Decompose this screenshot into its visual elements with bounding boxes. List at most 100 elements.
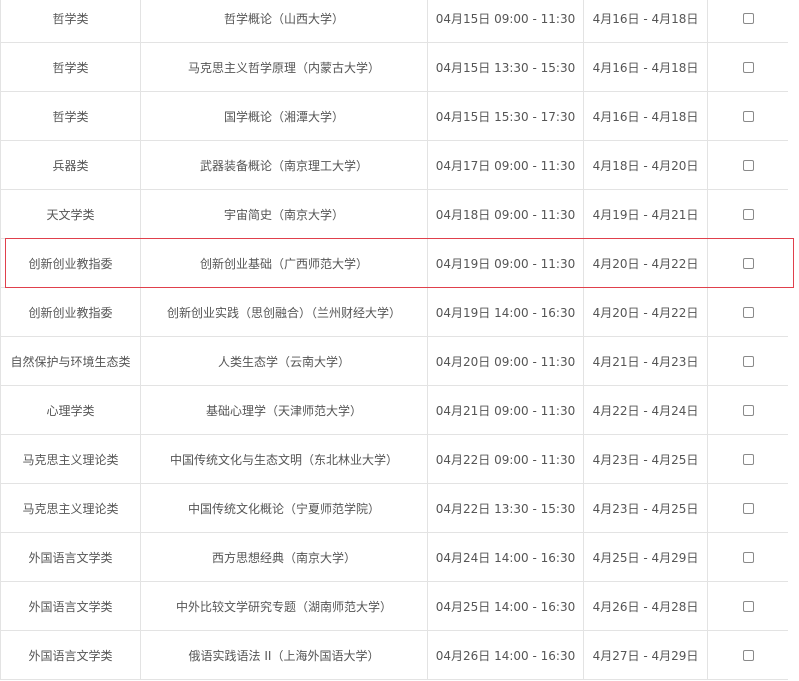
select-checkbox[interactable] xyxy=(742,62,754,73)
select-checkbox[interactable] xyxy=(742,258,754,269)
exam-time-cell: 04月19日 09:00 - 11:30 xyxy=(427,238,584,288)
select-checkbox[interactable] xyxy=(742,356,754,367)
date-range-cell: 4月16日 - 4月18日 xyxy=(583,42,708,92)
select-cell xyxy=(707,0,789,43)
select-cell xyxy=(707,434,789,484)
date-range-cell: 4月22日 - 4月24日 xyxy=(583,385,708,435)
date-range-cell: 4月16日 - 4月18日 xyxy=(583,0,708,43)
table-row: 创新创业教指委 创新创业实践（思创融合）（兰州财经大学） 04月19日 14:0… xyxy=(0,287,789,337)
date-range-cell: 4月18日 - 4月20日 xyxy=(583,140,708,190)
exam-time-cell: 04月17日 09:00 - 11:30 xyxy=(427,140,584,190)
exam-time-cell: 04月21日 09:00 - 11:30 xyxy=(427,385,584,435)
course-schedule-table: 哲学类 哲学概论（山西大学） 04月15日 09:00 - 11:30 4月16… xyxy=(0,0,789,680)
course-cell: 人类生态学（云南大学） xyxy=(140,336,428,386)
select-cell xyxy=(707,336,789,386)
select-cell xyxy=(707,532,789,582)
exam-time-cell: 04月18日 09:00 - 11:30 xyxy=(427,189,584,239)
select-checkbox[interactable] xyxy=(742,13,754,24)
course-cell: 西方思想经典（南京大学） xyxy=(140,532,428,582)
category-cell: 心理学类 xyxy=(0,385,141,435)
table-row: 哲学类 国学概论（湘潭大学） 04月15日 15:30 - 17:30 4月16… xyxy=(0,91,789,141)
course-cell: 基础心理学（天津师范大学） xyxy=(140,385,428,435)
category-cell: 哲学类 xyxy=(0,42,141,92)
course-cell: 马克思主义哲学原理（内蒙古大学） xyxy=(140,42,428,92)
category-cell: 兵器类 xyxy=(0,140,141,190)
date-range-cell: 4月21日 - 4月23日 xyxy=(583,336,708,386)
exam-time-cell: 04月15日 15:30 - 17:30 xyxy=(427,91,584,141)
select-checkbox[interactable] xyxy=(742,650,754,661)
table-row: 天文学类 宇宙简史（南京大学） 04月18日 09:00 - 11:30 4月1… xyxy=(0,189,789,239)
course-cell: 创新创业基础（广西师范大学） xyxy=(140,238,428,288)
select-checkbox[interactable] xyxy=(742,503,754,514)
select-checkbox[interactable] xyxy=(742,601,754,612)
select-checkbox[interactable] xyxy=(742,209,754,220)
category-cell: 自然保护与环境生态类 xyxy=(0,336,141,386)
exam-time-cell: 04月19日 14:00 - 16:30 xyxy=(427,287,584,337)
select-checkbox[interactable] xyxy=(742,160,754,171)
select-checkbox[interactable] xyxy=(742,454,754,465)
table-row: 哲学类 哲学概论（山西大学） 04月15日 09:00 - 11:30 4月16… xyxy=(0,0,789,43)
category-cell: 外国语言文学类 xyxy=(0,532,141,582)
category-cell: 马克思主义理论类 xyxy=(0,483,141,533)
category-cell: 哲学类 xyxy=(0,91,141,141)
select-checkbox[interactable] xyxy=(742,405,754,416)
table-row: 自然保护与环境生态类 人类生态学（云南大学） 04月20日 09:00 - 11… xyxy=(0,336,789,386)
date-range-cell: 4月25日 - 4月29日 xyxy=(583,532,708,582)
category-cell: 马克思主义理论类 xyxy=(0,434,141,484)
course-cell: 中国传统文化与生态文明（东北林业大学） xyxy=(140,434,428,484)
exam-time-cell: 04月22日 13:30 - 15:30 xyxy=(427,483,584,533)
date-range-cell: 4月20日 - 4月22日 xyxy=(583,238,708,288)
page-right-margin xyxy=(788,0,799,681)
course-cell: 宇宙简史（南京大学） xyxy=(140,189,428,239)
table-row: 外国语言文学类 俄语实践语法 II（上海外国语大学） 04月26日 14:00 … xyxy=(0,630,789,680)
date-range-cell: 4月20日 - 4月22日 xyxy=(583,287,708,337)
select-checkbox[interactable] xyxy=(742,307,754,318)
table-row: 哲学类 马克思主义哲学原理（内蒙古大学） 04月15日 13:30 - 15:3… xyxy=(0,42,789,92)
exam-time-cell: 04月15日 09:00 - 11:30 xyxy=(427,0,584,43)
select-cell xyxy=(707,238,789,288)
category-cell: 外国语言文学类 xyxy=(0,630,141,680)
category-cell: 哲学类 xyxy=(0,0,141,43)
select-checkbox[interactable] xyxy=(742,111,754,122)
date-range-cell: 4月16日 - 4月18日 xyxy=(583,91,708,141)
table-row: 马克思主义理论类 中国传统文化概论（宁夏师范学院） 04月22日 13:30 -… xyxy=(0,483,789,533)
select-cell xyxy=(707,287,789,337)
course-cell: 俄语实践语法 II（上海外国语大学） xyxy=(140,630,428,680)
table-row: 马克思主义理论类 中国传统文化与生态文明（东北林业大学） 04月22日 09:0… xyxy=(0,434,789,484)
table-row: 外国语言文学类 西方思想经典（南京大学） 04月24日 14:00 - 16:3… xyxy=(0,532,789,582)
select-checkbox[interactable] xyxy=(742,552,754,563)
exam-time-cell: 04月26日 14:00 - 16:30 xyxy=(427,630,584,680)
course-cell: 创新创业实践（思创融合）（兰州财经大学） xyxy=(140,287,428,337)
select-cell xyxy=(707,91,789,141)
select-cell xyxy=(707,483,789,533)
course-cell: 中国传统文化概论（宁夏师范学院） xyxy=(140,483,428,533)
select-cell xyxy=(707,385,789,435)
select-cell xyxy=(707,189,789,239)
select-cell xyxy=(707,140,789,190)
course-schedule-page: 哲学类 哲学概论（山西大学） 04月15日 09:00 - 11:30 4月16… xyxy=(0,0,799,680)
table-row: 兵器类 武器装备概论（南京理工大学） 04月17日 09:00 - 11:30 … xyxy=(0,140,789,190)
exam-time-cell: 04月24日 14:00 - 16:30 xyxy=(427,532,584,582)
category-cell: 天文学类 xyxy=(0,189,141,239)
category-cell: 创新创业教指委 xyxy=(0,287,141,337)
date-range-cell: 4月27日 - 4月29日 xyxy=(583,630,708,680)
select-cell xyxy=(707,630,789,680)
exam-time-cell: 04月22日 09:00 - 11:30 xyxy=(427,434,584,484)
exam-time-cell: 04月25日 14:00 - 16:30 xyxy=(427,581,584,631)
course-cell: 武器装备概论（南京理工大学） xyxy=(140,140,428,190)
table-row: 外国语言文学类 中外比较文学研究专题（湖南师范大学） 04月25日 14:00 … xyxy=(0,581,789,631)
select-cell xyxy=(707,581,789,631)
date-range-cell: 4月23日 - 4月25日 xyxy=(583,483,708,533)
exam-time-cell: 04月15日 13:30 - 15:30 xyxy=(427,42,584,92)
category-cell: 创新创业教指委 xyxy=(0,238,141,288)
date-range-cell: 4月23日 - 4月25日 xyxy=(583,434,708,484)
course-cell: 国学概论（湘潭大学） xyxy=(140,91,428,141)
date-range-cell: 4月26日 - 4月28日 xyxy=(583,581,708,631)
table-row: 心理学类 基础心理学（天津师范大学） 04月21日 09:00 - 11:30 … xyxy=(0,385,789,435)
exam-time-cell: 04月20日 09:00 - 11:30 xyxy=(427,336,584,386)
date-range-cell: 4月19日 - 4月21日 xyxy=(583,189,708,239)
select-cell xyxy=(707,42,789,92)
course-cell: 哲学概论（山西大学） xyxy=(140,0,428,43)
course-cell: 中外比较文学研究专题（湖南师范大学） xyxy=(140,581,428,631)
table-row-highlighted: 创新创业教指委 创新创业基础（广西师范大学） 04月19日 09:00 - 11… xyxy=(0,238,789,288)
